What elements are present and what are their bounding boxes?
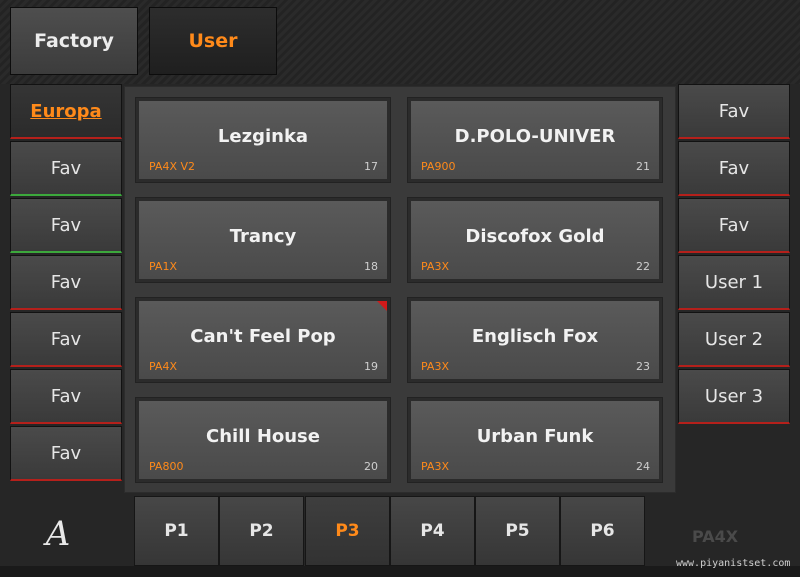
bank-button-user-2[interactable]: User 2	[678, 312, 790, 367]
modified-flag-icon	[377, 301, 387, 311]
style-name: D.POLO-UNIVER	[454, 126, 616, 147]
style-model: PA3X	[421, 360, 449, 373]
style-cell-cant-feel-pop[interactable]: Can't Feel Pop PA4X 19	[135, 297, 391, 383]
style-grid: Lezginka PA4X V2 17 D.POLO-UNIVER PA900 …	[124, 86, 676, 493]
page-tab-p4[interactable]: P4	[390, 496, 475, 566]
style-model: PA1X	[149, 260, 177, 273]
style-number: 17	[364, 160, 378, 173]
bank-button-fav-5[interactable]: Fav	[10, 369, 122, 424]
bank-button-fav-1[interactable]: Fav	[10, 141, 122, 196]
bank-button-fav-9[interactable]: Fav	[678, 198, 790, 253]
style-model: PA4X V2	[149, 160, 196, 173]
model-brand-label: PA4X	[692, 527, 739, 546]
bank-button-fav-6[interactable]: Fav	[10, 426, 122, 481]
style-model: PA3X	[421, 260, 449, 273]
style-name: Trancy	[229, 226, 297, 247]
style-cell-urban-funk[interactable]: Urban Funk PA3X 24	[407, 397, 663, 483]
style-cell-d-polo-univer[interactable]: D.POLO-UNIVER PA900 21	[407, 97, 663, 183]
page-tab-p3[interactable]: P3	[305, 496, 390, 566]
style-number: 18	[364, 260, 378, 273]
bank-button-fav-7[interactable]: Fav	[678, 84, 790, 139]
style-number: 22	[636, 260, 650, 273]
bank-button-fav-2[interactable]: Fav	[10, 198, 122, 253]
tab-factory[interactable]: Factory	[10, 7, 138, 75]
style-model: PA4X	[149, 360, 177, 373]
top-bar: Factory User	[0, 0, 800, 85]
korg-logo-icon: A	[45, 514, 71, 554]
style-model: PA900	[421, 160, 456, 173]
bank-button-user-1[interactable]: User 1	[678, 255, 790, 310]
style-name: Lezginka	[217, 126, 309, 147]
bank-button-fav-3[interactable]: Fav	[10, 255, 122, 310]
style-number: 24	[636, 460, 650, 473]
page-tab-p6[interactable]: P6	[560, 496, 645, 566]
style-cell-lezginka[interactable]: Lezginka PA4X V2 17	[135, 97, 391, 183]
watermark-text: www.piyanistset.com	[676, 558, 791, 569]
bank-button-user-3[interactable]: User 3	[678, 369, 790, 424]
page-tab-p1[interactable]: P1	[134, 496, 219, 566]
style-name: Urban Funk	[476, 426, 594, 447]
page-tab-p2[interactable]: P2	[219, 496, 304, 566]
page-tab-p5[interactable]: P5	[475, 496, 560, 566]
style-name: Discofox Gold	[465, 226, 605, 247]
tab-user[interactable]: User	[149, 7, 277, 75]
bank-button-europa[interactable]: Europa	[10, 84, 122, 139]
style-number: 19	[364, 360, 378, 373]
style-cell-discofox-gold[interactable]: Discofox Gold PA3X 22	[407, 197, 663, 283]
bank-button-fav-4[interactable]: Fav	[10, 312, 122, 367]
style-name: Chill House	[206, 426, 320, 447]
style-name: Englisch Fox	[471, 326, 599, 347]
style-model: PA800	[149, 460, 184, 473]
style-cell-trancy[interactable]: Trancy PA1X 18	[135, 197, 391, 283]
style-cell-chill-house[interactable]: Chill House PA800 20	[135, 397, 391, 483]
style-cell-englisch-fox[interactable]: Englisch Fox PA3X 23	[407, 297, 663, 383]
style-number: 20	[364, 460, 378, 473]
style-name: Can't Feel Pop	[190, 326, 336, 347]
style-model: PA3X	[421, 460, 449, 473]
bank-button-fav-8[interactable]: Fav	[678, 141, 790, 196]
style-number: 21	[636, 160, 650, 173]
style-number: 23	[636, 360, 650, 373]
